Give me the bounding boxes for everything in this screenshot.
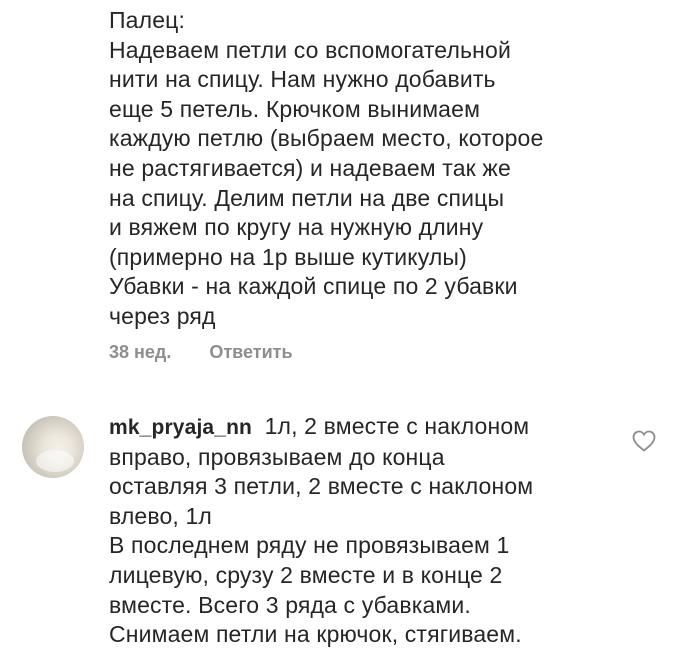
comment-meta: 38 нед. Ответить xyxy=(109,342,293,363)
avatar[interactable] xyxy=(22,416,84,478)
heart-icon[interactable] xyxy=(632,430,656,452)
reply-button[interactable]: Ответить xyxy=(209,342,292,363)
comment-text: 1л, 2 вместе с наклоном вправо, провязыв… xyxy=(109,413,534,648)
comment-timestamp: 38 нед. xyxy=(109,342,172,362)
comment-text: Палец: Надеваем петли со вспомогательной… xyxy=(109,7,544,329)
comment-parent: Палец: Надеваем петли со вспомогательной… xyxy=(109,0,669,332)
comment-body: mk_pryaja_nn 1л, 2 вместе с наклоном впр… xyxy=(109,412,609,650)
username-link[interactable]: mk_pryaja_nn xyxy=(109,416,252,439)
